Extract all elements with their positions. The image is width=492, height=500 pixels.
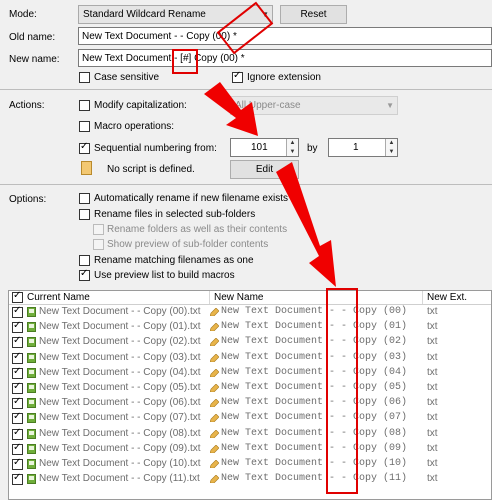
annotation-arrows [204, 82, 336, 287]
arrow-icon [204, 82, 258, 136]
arrow-icon [276, 162, 336, 287]
